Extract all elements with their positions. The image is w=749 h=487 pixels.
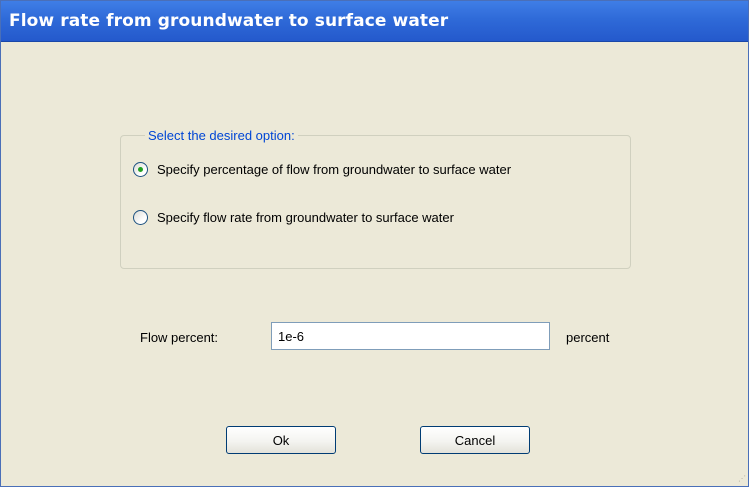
window-title: Flow rate from groundwater to surface wa… <box>9 11 449 31</box>
flow-percent-input[interactable] <box>271 322 550 350</box>
options-groupbox <box>120 135 631 269</box>
radio-selected-dot-icon <box>138 166 143 172</box>
radio-option-percentage-label[interactable]: Specify percentage of flow from groundwa… <box>157 162 511 177</box>
cancel-button[interactable]: Cancel <box>420 426 530 454</box>
flow-percent-label: Flow percent: <box>140 330 219 345</box>
resize-grip-icon[interactable]: ⋰ <box>736 474 746 484</box>
radio-button-icon[interactable] <box>133 209 148 225</box>
radio-option-percentage[interactable]: Specify percentage of flow from groundwa… <box>133 159 511 179</box>
options-group-legend: Select the desired option: <box>145 128 298 143</box>
title-bar[interactable]: Flow rate from groundwater to surface wa… <box>1 1 748 42</box>
dialog-window: Flow rate from groundwater to surface wa… <box>0 0 749 487</box>
ok-button[interactable]: Ok <box>226 426 336 454</box>
radio-option-flow-rate-label[interactable]: Specify flow rate from groundwater to su… <box>157 210 454 225</box>
radio-option-flow-rate[interactable]: Specify flow rate from groundwater to su… <box>133 207 454 227</box>
radio-button-icon[interactable] <box>133 161 148 177</box>
flow-percent-unit: percent <box>566 330 610 345</box>
